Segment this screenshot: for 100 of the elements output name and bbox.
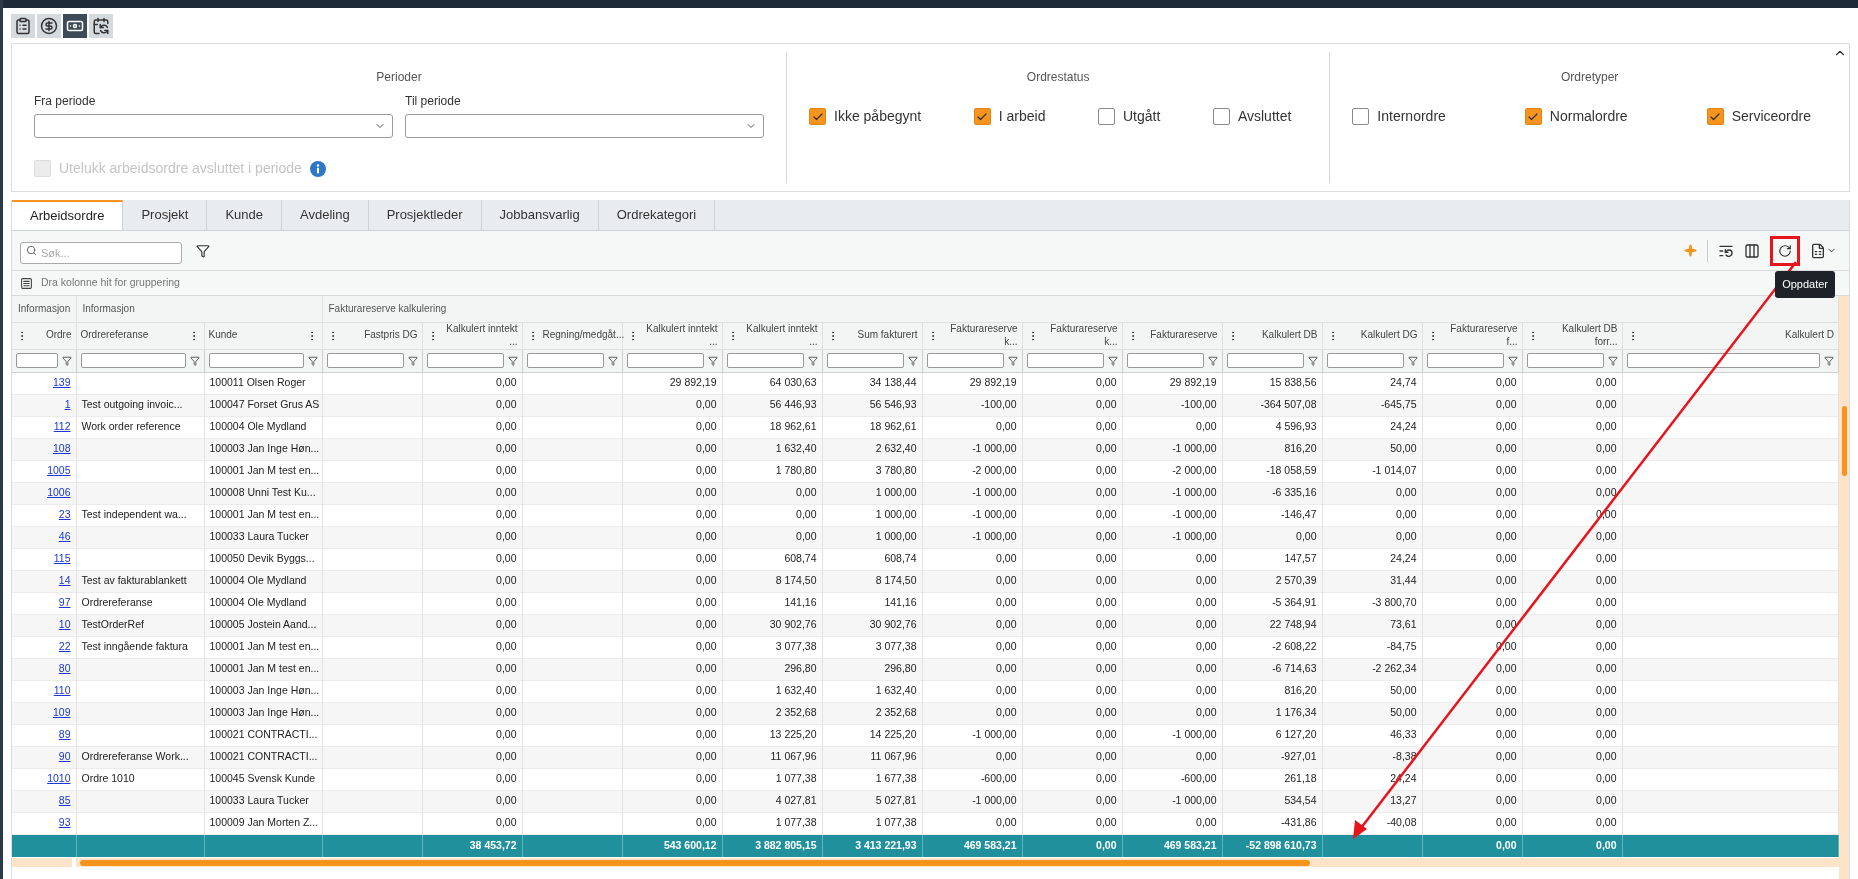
order-link[interactable]: 89 bbox=[58, 728, 71, 741]
column-filter-field[interactable] bbox=[426, 353, 504, 368]
column-filter-field[interactable] bbox=[1026, 353, 1104, 368]
column-filter-field[interactable] bbox=[80, 353, 186, 368]
column-filter-field[interactable] bbox=[1526, 353, 1604, 368]
view-button[interactable] bbox=[89, 13, 113, 38]
checkbox[interactable] bbox=[1524, 108, 1542, 125]
table-cell: -1 014,07 bbox=[1372, 464, 1417, 477]
column-header[interactable]: Kalkulert inntekt ... bbox=[442, 323, 518, 348]
scrollbar[interactable] bbox=[1839, 296, 1849, 879]
order-link[interactable]: 139 bbox=[52, 376, 71, 389]
column-header[interactable]: Kalkulert D bbox=[1785, 329, 1834, 342]
table-cell: 534,54 bbox=[1284, 794, 1317, 807]
refresh-button[interactable] bbox=[1770, 235, 1800, 266]
order-link[interactable]: 1 bbox=[64, 398, 71, 411]
table-cell: 2 632,40 bbox=[875, 442, 917, 455]
column-filter-field[interactable] bbox=[326, 353, 404, 368]
period-select[interactable] bbox=[34, 114, 393, 138]
tab[interactable]: Arbeidsordre bbox=[12, 200, 124, 230]
order-link[interactable]: 10 bbox=[58, 618, 71, 631]
order-link[interactable]: 108 bbox=[52, 442, 71, 455]
table-cell: -1 000,00 bbox=[1172, 794, 1217, 807]
checkbox[interactable] bbox=[1098, 108, 1115, 125]
column-filter-field[interactable] bbox=[16, 353, 58, 368]
column-filter-field[interactable] bbox=[526, 353, 604, 368]
sparkle-icon[interactable] bbox=[1684, 244, 1697, 257]
table-cell: 100001 Jan M test en... bbox=[209, 640, 320, 653]
order-link[interactable]: 85 bbox=[58, 794, 71, 807]
order-link[interactable]: 97 bbox=[58, 596, 71, 609]
clipboard-icon bbox=[14, 16, 32, 35]
tab[interactable]: Kunde bbox=[207, 200, 282, 230]
scrollbar[interactable] bbox=[12, 858, 72, 867]
order-link[interactable]: 1006 bbox=[47, 486, 71, 499]
order-link[interactable]: 46 bbox=[58, 530, 71, 543]
order-link[interactable]: 90 bbox=[58, 750, 71, 763]
info-icon[interactable] bbox=[309, 160, 326, 177]
column-header[interactable]: Kunde bbox=[208, 329, 238, 342]
order-link[interactable]: 14 bbox=[58, 574, 71, 587]
column-filter-field[interactable] bbox=[1326, 353, 1404, 368]
column-filter-field[interactable] bbox=[1126, 353, 1204, 368]
table-cell: 0,00 bbox=[496, 750, 517, 763]
column-header[interactable]: Fastpris DG bbox=[364, 329, 418, 342]
order-link[interactable]: 1010 bbox=[47, 772, 71, 785]
tab[interactable]: Avdeling bbox=[282, 200, 369, 230]
scrollbar[interactable] bbox=[76, 858, 1839, 867]
table-cell: 24,24 bbox=[1390, 552, 1417, 565]
order-link[interactable]: 22 bbox=[58, 640, 71, 653]
column-header[interactable]: Fakturareserve k... bbox=[942, 323, 1018, 348]
view-button[interactable] bbox=[37, 13, 61, 38]
column-filter-field[interactable] bbox=[626, 353, 704, 368]
column-header[interactable]: Kalkulert inntekt ... bbox=[742, 323, 818, 348]
column-header[interactable]: Kalkulert DG bbox=[1360, 329, 1418, 342]
view-button[interactable] bbox=[11, 13, 35, 38]
period-select[interactable] bbox=[405, 114, 764, 138]
tab[interactable]: Prosjekt bbox=[123, 200, 208, 230]
filter-icon[interactable] bbox=[196, 243, 210, 258]
column-header[interactable]: Kalkulert DB forr... bbox=[1542, 323, 1618, 348]
column-header[interactable]: Kalkulert DB bbox=[1261, 329, 1318, 342]
column-filter-field[interactable] bbox=[208, 353, 304, 368]
column-header[interactable]: Ordre bbox=[45, 329, 72, 342]
tab[interactable]: Ordrekategori bbox=[598, 200, 716, 230]
scrollbar-thumb[interactable] bbox=[1841, 406, 1847, 476]
order-link[interactable]: 115 bbox=[53, 552, 71, 565]
checkbox[interactable] bbox=[973, 108, 991, 125]
checkbox[interactable] bbox=[809, 108, 826, 125]
column-header[interactable]: Kalkulert inntekt ... bbox=[642, 323, 718, 348]
column-header[interactable]: Fakturareserve f... bbox=[1442, 323, 1518, 348]
column-header[interactable]: Sum fakturert bbox=[857, 329, 918, 342]
order-link[interactable]: 23 bbox=[58, 508, 71, 521]
spreadsheet-icon[interactable] bbox=[1810, 242, 1826, 259]
table-cell: 0,00 bbox=[1596, 552, 1617, 565]
tab[interactable]: Prosjektleder bbox=[368, 200, 482, 230]
checkbox-label: Normalordre bbox=[1549, 107, 1628, 126]
tab[interactable]: Jobbansvarlig bbox=[481, 200, 599, 230]
column-header[interactable]: Fakturareserve k... bbox=[1042, 323, 1118, 348]
column-header[interactable]: Regning/medgåt... bbox=[542, 329, 625, 342]
total-value: 3 882 805,15 bbox=[755, 838, 817, 851]
column-header[interactable]: Fakturareserve bbox=[1150, 329, 1218, 342]
column-filter-field[interactable] bbox=[726, 353, 804, 368]
column-header[interactable]: Ordrereferanse bbox=[80, 329, 149, 342]
column-filter-field[interactable] bbox=[826, 353, 904, 368]
order-link[interactable]: 1005 bbox=[47, 464, 71, 477]
checkbox[interactable] bbox=[1706, 108, 1724, 125]
search-field[interactable]: Søk... bbox=[20, 241, 182, 264]
columns-icon[interactable] bbox=[1744, 242, 1760, 259]
order-link[interactable]: 109 bbox=[52, 706, 71, 719]
view-button[interactable] bbox=[63, 13, 87, 38]
order-link[interactable]: 93 bbox=[58, 816, 71, 829]
column-filter-field[interactable] bbox=[1626, 353, 1820, 368]
scrollbar-thumb[interactable] bbox=[80, 859, 1310, 866]
column-filter-field[interactable] bbox=[1426, 353, 1504, 368]
order-link[interactable]: 80 bbox=[58, 662, 71, 675]
column-filter-field[interactable] bbox=[926, 353, 1004, 368]
table-cell: 100004 Ole Mydland bbox=[209, 574, 307, 587]
table-cell: 0,00 bbox=[496, 728, 517, 741]
order-link[interactable]: 110 bbox=[53, 684, 71, 697]
column-filter-field[interactable] bbox=[1226, 353, 1304, 368]
order-link[interactable]: 112 bbox=[53, 420, 71, 433]
checkbox[interactable] bbox=[1212, 108, 1230, 125]
checkbox[interactable] bbox=[1352, 108, 1370, 125]
